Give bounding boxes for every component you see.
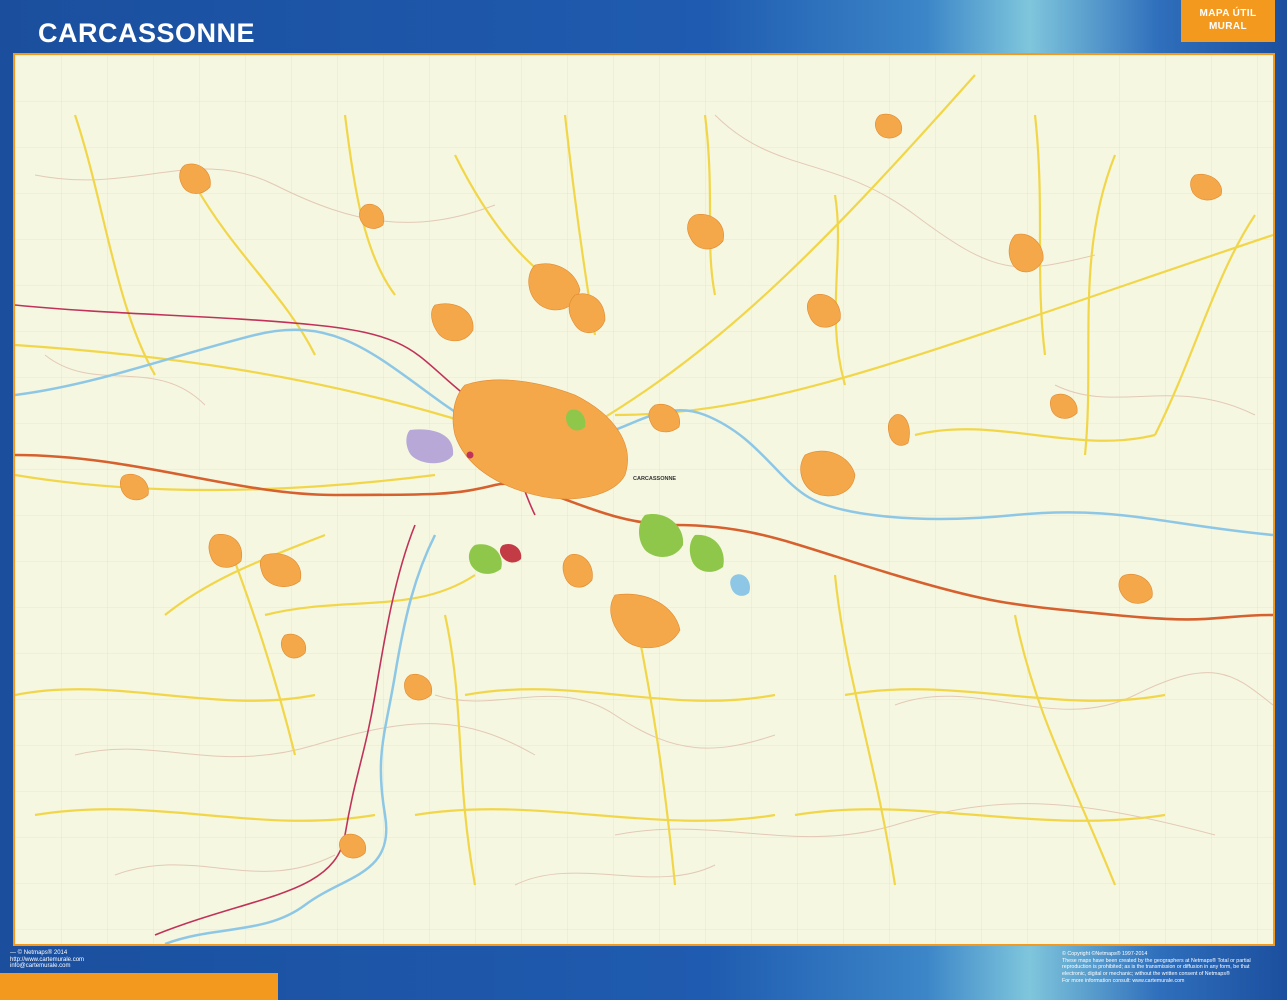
footer-left: — © Netmaps® 2014 http://www.cartemurale…: [10, 950, 84, 970]
page-title: CARCASSONNE: [38, 18, 256, 48]
city-pin-icon[interactable]: [466, 451, 474, 459]
footer-website[interactable]: http://www.cartemurale.com: [10, 957, 84, 964]
footer-legal-line-1: © Copyright ©Netmaps® 1997-2014: [1062, 951, 1148, 957]
footer-email[interactable]: info@cartemurale.com: [10, 963, 84, 970]
footer-orange-bar: [0, 973, 278, 1000]
badge-line-2: MURAL: [1208, 21, 1248, 32]
map-svg: CARCASSONNE: [15, 55, 1273, 944]
map-canvas[interactable]: CARCASSONNE: [13, 53, 1275, 946]
badge-line-1: MAPA ÚTIL: [1199, 8, 1257, 19]
mapa-util-badge[interactable]: MAPA ÚTIL MURAL: [1181, 0, 1275, 42]
footer-legal-line-4: electronic, digital or mechanic; without…: [1062, 971, 1230, 978]
footer-legal-line-2: These maps have been created by the geog…: [1062, 957, 1251, 964]
city-label: CARCASSONNE: [633, 476, 676, 482]
footer-legal-line-5: For more information consult: www.cartem…: [1062, 977, 1185, 984]
footer-right: © Copyright ©Netmaps® 1997-2014 These ma…: [1062, 951, 1282, 985]
footer-copyright: — © Netmaps® 2014: [10, 950, 68, 956]
